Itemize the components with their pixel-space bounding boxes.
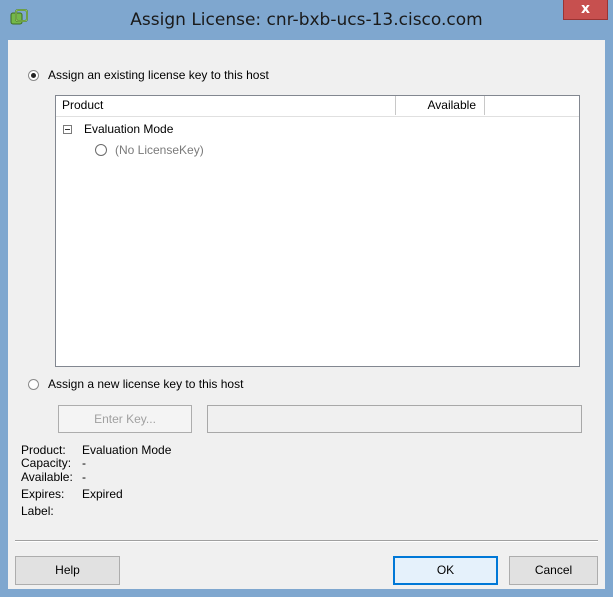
tree-group-label: Evaluation Mode bbox=[84, 122, 174, 136]
help-button[interactable]: Help bbox=[15, 556, 120, 585]
close-icon: x bbox=[580, 1, 591, 17]
option-new-key-label: Assign a new license key to this host bbox=[48, 377, 244, 391]
dialog-body: Assign an existing license key to this h… bbox=[8, 40, 605, 589]
detail-expires-label: Expires: bbox=[21, 487, 65, 501]
list-header: Product Available bbox=[56, 96, 579, 117]
tree-group-evaluation-mode[interactable]: Evaluation Mode bbox=[63, 122, 173, 136]
tree-item-label: (No LicenseKey) bbox=[115, 143, 204, 157]
detail-product-label: Product: bbox=[21, 443, 66, 457]
title-bar[interactable]: Assign License: cnr-bxb-ucs-13.cisco.com… bbox=[0, 0, 613, 40]
detail-label-label: Label: bbox=[21, 504, 54, 518]
license-list[interactable]: Product Available Evaluation Mode (No Li… bbox=[55, 95, 580, 367]
column-header-extra[interactable] bbox=[485, 96, 579, 115]
footer-separator bbox=[15, 540, 598, 542]
ok-button[interactable]: OK bbox=[393, 556, 498, 585]
detail-product-value: Evaluation Mode bbox=[82, 443, 172, 457]
close-button[interactable]: x bbox=[563, 0, 608, 20]
detail-expires-value: Expired bbox=[82, 487, 123, 501]
license-key-field[interactable] bbox=[207, 405, 582, 433]
assign-license-dialog: Assign License: cnr-bxb-ucs-13.cisco.com… bbox=[0, 0, 613, 597]
radio-new-key[interactable] bbox=[28, 378, 39, 390]
detail-capacity-value: - bbox=[82, 456, 86, 470]
option-existing-key[interactable]: Assign an existing license key to this h… bbox=[28, 68, 269, 82]
tree-item-no-license-key[interactable]: (No LicenseKey) bbox=[95, 143, 204, 157]
detail-available-value: - bbox=[82, 470, 86, 484]
window-title: Assign License: cnr-bxb-ucs-13.cisco.com bbox=[130, 10, 483, 30]
radio-existing-key[interactable] bbox=[28, 69, 39, 81]
license-radio[interactable] bbox=[95, 144, 107, 156]
enter-key-button[interactable]: Enter Key... bbox=[58, 405, 192, 433]
collapse-icon[interactable] bbox=[63, 124, 72, 134]
column-header-available[interactable]: Available bbox=[396, 96, 485, 115]
detail-available-label: Available: bbox=[21, 470, 73, 484]
detail-capacity-label: Capacity: bbox=[21, 456, 72, 470]
option-existing-key-label: Assign an existing license key to this h… bbox=[48, 68, 269, 82]
option-new-key[interactable]: Assign a new license key to this host bbox=[28, 377, 243, 391]
column-header-product[interactable]: Product bbox=[56, 96, 396, 115]
cancel-button[interactable]: Cancel bbox=[509, 556, 598, 585]
